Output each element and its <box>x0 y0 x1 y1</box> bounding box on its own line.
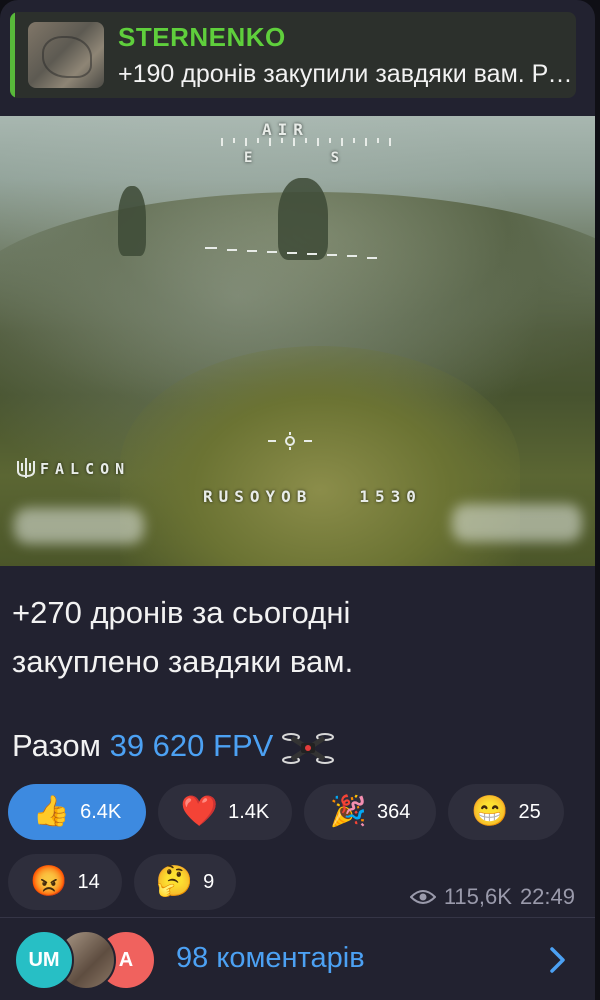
hud-horizon-line <box>205 247 377 259</box>
reaction-count: 364 <box>376 800 411 823</box>
grin-icon: 😁 <box>471 795 509 828</box>
eye-icon <box>409 890 436 904</box>
blurred-overlay-right <box>452 504 582 542</box>
reaction-thumbs-up[interactable]: 👍 6.4K <box>8 784 146 840</box>
reply-thumbnail <box>28 22 104 88</box>
reaction-count: 1.4K <box>228 800 270 823</box>
comments-button[interactable]: UM A 98 коментарів <box>0 918 595 1000</box>
video-player[interactable]: AIR E S FALCON RUSOYOB 1530 <box>0 116 595 566</box>
reply-text: +190 дронів закупили завдяки вам. Разом … <box>118 60 573 88</box>
hud-compass-letters: E S <box>244 150 346 166</box>
commenter-avatar: UM <box>14 930 74 990</box>
ukraine-trident-icon <box>17 458 35 478</box>
view-count: 115,6K <box>443 884 512 909</box>
hud-falcon-logo: FALCON <box>40 460 131 478</box>
message-total: Разом 39 620 FPV <box>12 728 334 767</box>
message-time: 22:49 <box>519 884 575 909</box>
reaction-thinking[interactable]: 🤔 9 <box>134 854 236 910</box>
message-line-1: +270 дронів за сьогодні <box>12 595 351 630</box>
reply-channel-name: STERNENKO <box>118 22 286 52</box>
comments-count-label: 98 коментарів <box>176 942 365 974</box>
reaction-count: 6.4K <box>80 800 122 823</box>
reply-preview[interactable]: STERNENKO +190 дронів закупили завдяки в… <box>10 12 576 98</box>
angry-face-icon: 😡 <box>30 865 68 898</box>
message-meta: 115,6K 22:49 <box>409 884 575 910</box>
hud-osd-text: RUSOYOB 1530 <box>203 487 422 506</box>
message-text: +270 дронів за сьогодні закуплено завдяк… <box>12 588 582 686</box>
blurred-overlay-left <box>14 508 144 544</box>
fpv-drone-icon <box>281 732 334 764</box>
thinking-face-icon: 🤔 <box>155 865 194 898</box>
message-bubble: STERNENKO +190 дронів закупили завдяки в… <box>0 0 595 1000</box>
reaction-count: 14 <box>77 870 100 893</box>
party-popper-icon: 🎉 <box>329 795 367 828</box>
heart-icon: ❤️ <box>180 795 219 828</box>
reply-accent-bar <box>10 12 15 98</box>
total-prefix: Разом <box>12 728 110 763</box>
reaction-party-popper[interactable]: 🎉 364 <box>304 784 436 840</box>
hud-compass-ticks <box>221 138 391 146</box>
message-line-2: закуплено завдяки вам. <box>12 644 354 679</box>
total-value: 39 620 FPV <box>109 728 274 763</box>
reaction-angry[interactable]: 😡 14 <box>8 854 122 910</box>
hud-crosshair <box>268 432 312 450</box>
chevron-right-icon <box>550 947 565 973</box>
reaction-count: 9 <box>203 870 215 893</box>
reaction-heart[interactable]: ❤️ 1.4K <box>158 784 292 840</box>
thumbs-up-icon: 👍 <box>32 795 71 828</box>
reaction-count: 25 <box>518 800 541 823</box>
reaction-grin[interactable]: 😁 25 <box>448 784 564 840</box>
hud-air-label: AIR <box>262 120 309 139</box>
video-figure-left <box>118 186 146 256</box>
